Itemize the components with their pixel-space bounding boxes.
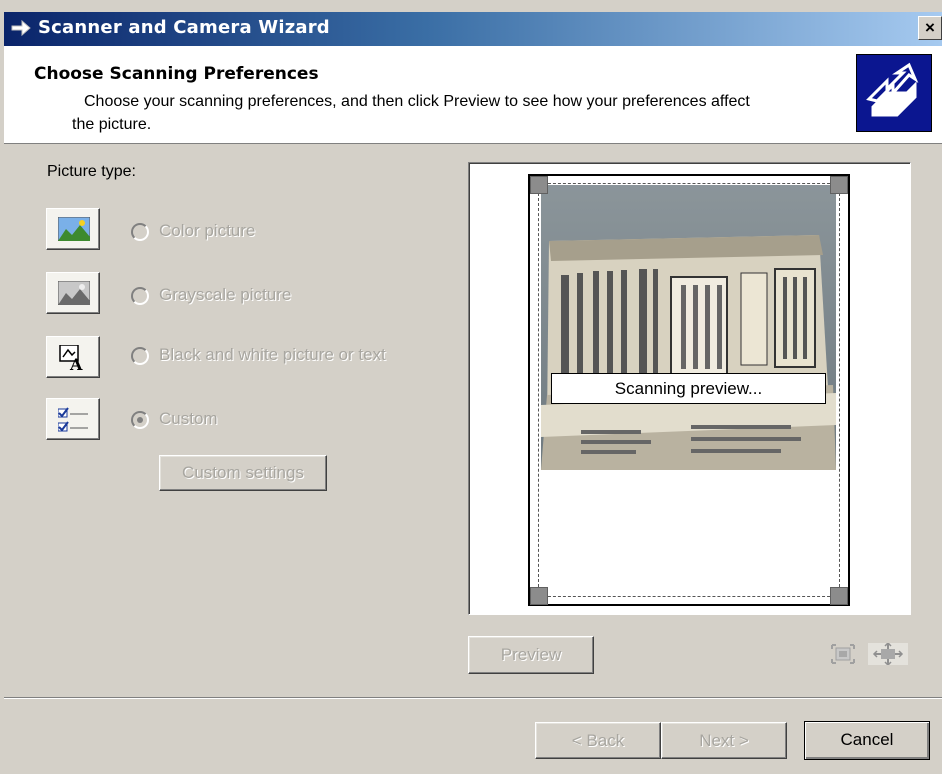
selection-handle-bottom-right[interactable]: [830, 587, 848, 605]
bw-text-label[interactable]: Black and white picture or text: [159, 345, 386, 365]
subtitle-line-1: Choose your scanning preferences, and th…: [84, 93, 750, 110]
color-picture-icon[interactable]: [46, 208, 100, 250]
next-button[interactable]: Next >: [661, 722, 787, 759]
wizard-header: Choose Scanning Preferences Choose your …: [4, 46, 942, 144]
grayscale-picture-icon[interactable]: [46, 272, 100, 314]
title-bar[interactable]: Scanner and Camera Wizard ×: [4, 12, 942, 46]
scanner-wizard-icon: [856, 54, 932, 132]
close-button[interactable]: ×: [918, 16, 942, 40]
custom-label[interactable]: Custom: [159, 409, 218, 429]
color-picture-label[interactable]: Color picture: [159, 221, 255, 241]
page-title: Choose Scanning Preferences: [34, 64, 319, 84]
selection-handle-bottom-left[interactable]: [530, 587, 548, 605]
scan-status-message: Scanning preview...: [551, 373, 826, 404]
picture-type-label: Picture type:: [47, 163, 136, 180]
back-button[interactable]: < Back: [535, 722, 661, 759]
window-title: Scanner and Camera Wizard: [38, 17, 330, 38]
subtitle-line-2: the picture.: [72, 116, 152, 133]
bw-text-icon[interactable]: A: [46, 336, 100, 378]
selection-handle-top-right[interactable]: [830, 176, 848, 194]
footer-separator: [4, 697, 942, 699]
wizard-window: Scanner and Camera Wizard × Choose Scann…: [0, 0, 942, 774]
svg-text:A: A: [69, 355, 83, 371]
wizard-arrow-icon: [11, 19, 31, 37]
grayscale-picture-label[interactable]: Grayscale picture: [159, 285, 291, 305]
zoom-fit-icon[interactable]: [830, 643, 856, 665]
page-subtitle: Choose your scanning preferences, and th…: [72, 90, 844, 136]
bw-text-radio[interactable]: [131, 347, 149, 365]
custom-radio[interactable]: [131, 411, 149, 429]
preview-button[interactable]: Preview: [468, 636, 594, 674]
selection-handle-top-left[interactable]: [530, 176, 548, 194]
custom-settings-button[interactable]: Custom settings: [159, 455, 327, 491]
zoom-selection-icon[interactable]: [868, 643, 908, 665]
color-picture-radio[interactable]: [131, 223, 149, 241]
custom-settings-icon[interactable]: [46, 398, 100, 440]
grayscale-picture-radio[interactable]: [131, 287, 149, 305]
radio-selected-dot: [137, 417, 143, 423]
cancel-button[interactable]: Cancel: [804, 721, 930, 760]
